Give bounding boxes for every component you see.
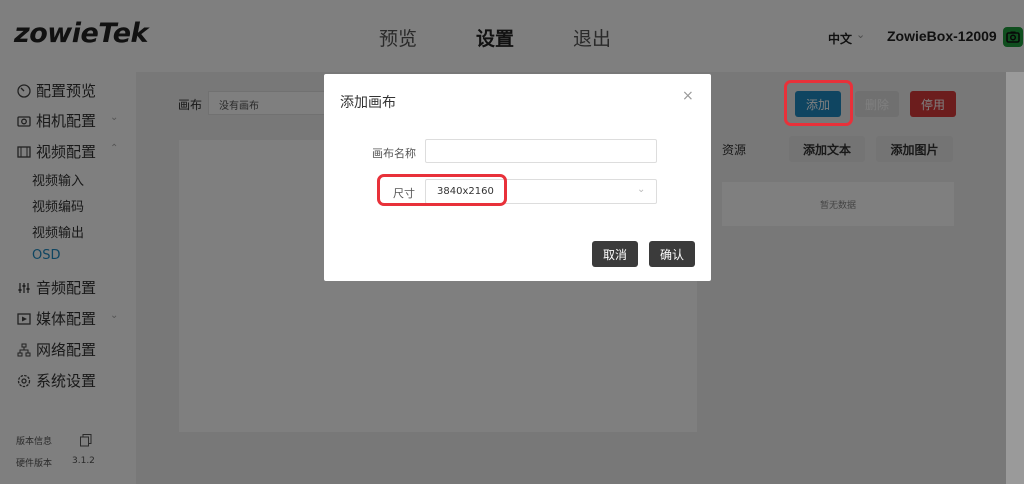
highlight-box-size-field: [377, 174, 507, 206]
chevron-down-icon: ⌄: [637, 184, 646, 195]
scrollbar[interactable]: [1006, 72, 1024, 484]
confirm-button[interactable]: 确认: [649, 241, 695, 267]
highlight-box-add-button: [784, 80, 853, 126]
canvas-name-input[interactable]: [425, 139, 657, 163]
cancel-button[interactable]: 取消: [592, 241, 638, 267]
dialog-title: 添加画布: [340, 95, 396, 111]
canvas-name-label: 画布名称: [372, 147, 416, 160]
close-icon[interactable]: ×: [682, 88, 694, 104]
